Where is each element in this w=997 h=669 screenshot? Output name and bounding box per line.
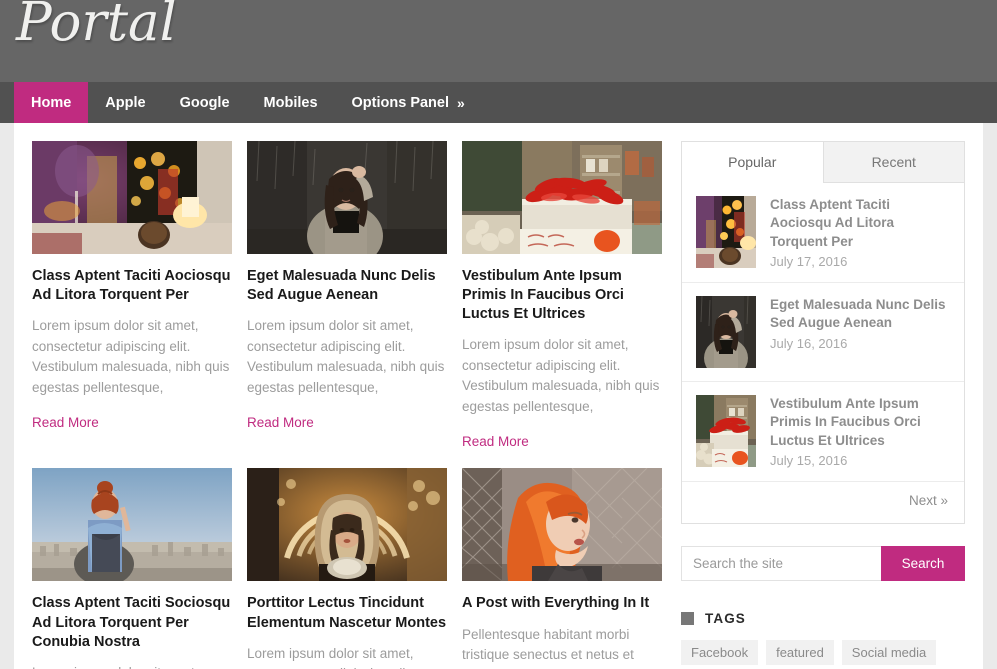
post-excerpt: Lorem ipsum dolor sit amet, consectetur …: [247, 318, 445, 395]
post-thumbnail-redhead-woman-fence[interactable]: [462, 468, 662, 582]
post-card: Vestibulum Ante Ipsum Primis In Faucibus…: [462, 141, 662, 451]
popular-item-title[interactable]: Vestibulum Ante Ipsum Primis In Faucibus…: [770, 395, 950, 450]
post-grid: Class Aptent Taciti Aociosqu Ad Litora T…: [14, 141, 669, 669]
tag-item[interactable]: featured: [766, 640, 834, 666]
woman-in-rain-thumb-image: [696, 296, 756, 369]
read-more-link[interactable]: Read More: [462, 434, 529, 449]
tag-item[interactable]: Facebook: [681, 640, 759, 666]
post-excerpt: Lorem ipsum dolor sit amet,: [32, 663, 232, 669]
popular-thumbnail-holiday-table-bokeh[interactable]: [696, 196, 756, 268]
post-title[interactable]: Class Aptent Taciti Sociosqu Ad Litora T…: [32, 594, 232, 651]
post-thumbnail-woman-in-rain[interactable]: [247, 141, 447, 254]
popular-item-text: Class Aptent Taciti Aociosqu Ad Litora T…: [770, 196, 950, 269]
nav-item-label: Apple: [105, 94, 146, 111]
read-more-link[interactable]: Read More: [32, 415, 99, 430]
redhead-woman-image: [462, 468, 662, 582]
nav-item-google[interactable]: Google: [163, 82, 247, 123]
popular-thumbnail-woman-in-rain[interactable]: [696, 296, 756, 369]
popular-item-date: July 17, 2016: [770, 254, 848, 270]
next-link[interactable]: Next »: [909, 493, 948, 508]
post-title[interactable]: Eget Malesuada Nunc Delis Sed Augue Aene…: [247, 267, 447, 305]
nav-item-label: Google: [179, 94, 230, 111]
search-input[interactable]: [681, 546, 881, 582]
popular-item-date: July 15, 2016: [770, 453, 848, 469]
popular-item-date: July 16, 2016: [770, 335, 848, 351]
post-card: Class Aptent Taciti Aociosqu Ad Litora T…: [32, 141, 232, 451]
tab-label: Recent: [871, 154, 916, 170]
post-card: Class Aptent Taciti Sociosqu Ad Litora T…: [32, 468, 232, 669]
read-more-link[interactable]: Read More: [247, 415, 314, 430]
tag-list: Facebook featured Social media: [681, 640, 965, 666]
holiday-table-thumb-image: [696, 196, 756, 268]
chevron-double-right-icon: »: [457, 94, 465, 111]
tag-item[interactable]: Social media: [841, 640, 937, 666]
post-title[interactable]: Porttitor Lectus Tincidunt Elementum Nas…: [247, 594, 447, 632]
sidebar: Popular Recent Class Aptent Taciti Aocio…: [669, 141, 983, 669]
post-thumbnail-chili-peppers-market[interactable]: [462, 141, 662, 254]
post-title[interactable]: Vestibulum Ante Ipsum Primis In Faucibus…: [462, 267, 662, 324]
woman-in-rain-image: [247, 141, 447, 254]
site-header: Portal: [0, 0, 997, 82]
chili-peppers-thumb-image: [696, 395, 756, 468]
tab-recent[interactable]: Recent: [822, 142, 964, 183]
tab-popular[interactable]: Popular: [682, 142, 823, 183]
woman-light-trails-image: [247, 468, 447, 582]
nav-item-options-panel[interactable]: Options Panel »: [335, 82, 482, 123]
popular-list-item: Class Aptent Taciti Aociosqu Ad Litora T…: [682, 183, 964, 284]
woman-city-view-image: [32, 468, 232, 582]
post-card: A Post with Everything In It Pellentesqu…: [462, 468, 662, 669]
post-excerpt: Lorem ipsum dolor sit amet, consectetuer…: [247, 645, 414, 669]
tags-heading: TAGS: [681, 611, 965, 626]
post-card: Eget Malesuada Nunc Delis Sed Augue Aene…: [247, 141, 447, 451]
post-thumbnail-holiday-table-bokeh[interactable]: [32, 141, 232, 254]
post-excerpt: Lorem ipsum dolor sit amet, consectetur …: [462, 337, 660, 414]
nav-item-apple[interactable]: Apple: [88, 82, 162, 123]
nav-item-label: Options Panel: [351, 94, 450, 111]
popular-item-title[interactable]: Eget Malesuada Nunc Delis Sed Augue Aene…: [770, 296, 950, 333]
post-excerpt: Lorem ipsum dolor sit amet, consectetur …: [32, 318, 230, 395]
post-title[interactable]: Class Aptent Taciti Aociosqu Ad Litora T…: [32, 267, 232, 305]
popular-list-item: Vestibulum Ante Ipsum Primis In Faucibus…: [682, 382, 964, 483]
popular-thumbnail-chili-peppers-market[interactable]: [696, 395, 756, 468]
popular-item-text: Vestibulum Ante Ipsum Primis In Faucibus…: [770, 395, 950, 468]
tags-title: TAGS: [705, 611, 746, 627]
site-logo[interactable]: Portal: [16, 0, 177, 49]
post-thumbnail-woman-fur-hood-lights[interactable]: [247, 468, 447, 582]
tab-label: Popular: [728, 154, 777, 170]
post-title[interactable]: A Post with Everything In It: [462, 594, 662, 613]
holiday-table-image: [32, 141, 232, 254]
search-widget: Search: [681, 546, 965, 582]
nav-item-label: Home: [31, 94, 72, 111]
main-navigation: Home Apple Google Mobiles Options Panel …: [0, 82, 997, 123]
square-bullet-icon: [681, 612, 694, 626]
post-excerpt: Pellentesque habitant morbi tristique se…: [462, 626, 634, 669]
popular-item-title[interactable]: Class Aptent Taciti Aociosqu Ad Litora T…: [770, 196, 950, 251]
popular-item-text: Eget Malesuada Nunc Delis Sed Augue Aene…: [770, 296, 950, 368]
popular-list-item: Eget Malesuada Nunc Delis Sed Augue Aene…: [682, 283, 964, 383]
page-container: Class Aptent Taciti Aociosqu Ad Litora T…: [14, 123, 983, 669]
widget-tab-list: Popular Recent: [682, 142, 964, 183]
chili-peppers-image: [462, 141, 662, 254]
widget-footer: Next »: [682, 482, 964, 523]
nav-item-home[interactable]: Home: [14, 82, 89, 123]
nav-item-label: Mobiles: [263, 94, 318, 111]
popular-recent-widget: Popular Recent Class Aptent Taciti Aocio…: [681, 141, 965, 525]
post-thumbnail-woman-overlooking-city[interactable]: [32, 468, 232, 582]
nav-item-mobiles[interactable]: Mobiles: [247, 82, 335, 123]
search-button[interactable]: Search: [881, 546, 965, 582]
post-card: Porttitor Lectus Tincidunt Elementum Nas…: [247, 468, 447, 669]
